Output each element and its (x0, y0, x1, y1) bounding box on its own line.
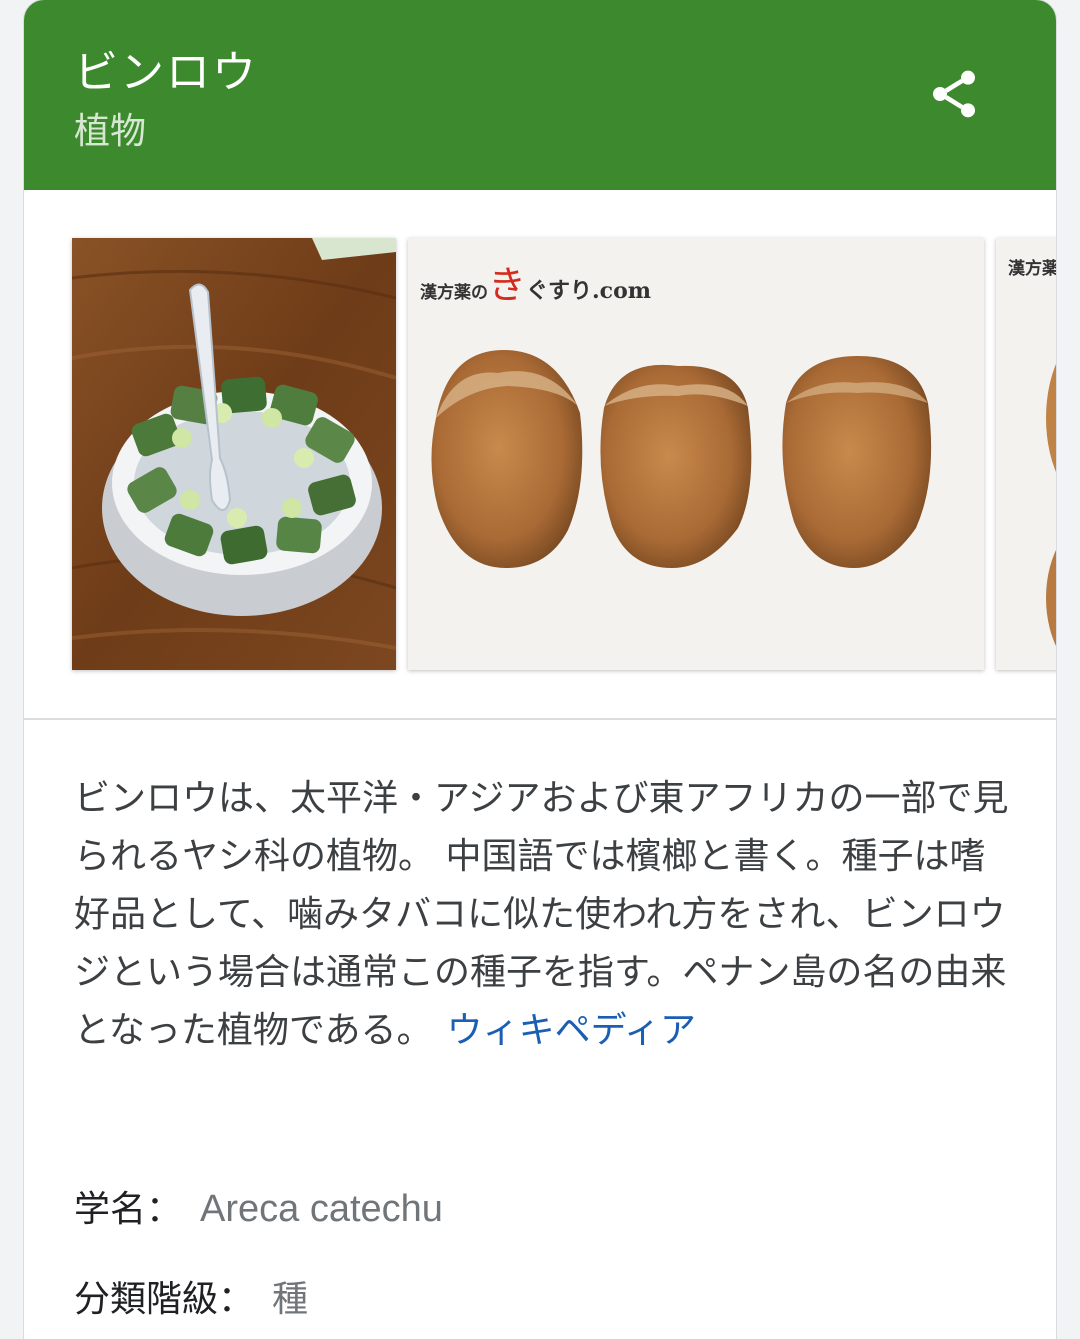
entity-description: ビンロウは、太平洋・アジアおよび東アフリカの一部で見られるヤシ科の植物。 中国語… (74, 770, 1014, 1060)
panel-title: ビンロウ (74, 47, 258, 98)
wikipedia-link[interactable]: ウィキペディア (447, 1010, 696, 1051)
fact-value[interactable]: Areca catechu (200, 1188, 443, 1230)
fact-value[interactable]: 種 (272, 1279, 308, 1320)
panel-subtitle: 植物 (74, 111, 147, 152)
share-button[interactable] (916, 56, 992, 132)
areca-seeds-image (431, 350, 932, 568)
share-icon (933, 70, 975, 118)
section-divider (24, 718, 1056, 720)
image-carousel: 漢方薬のきぐすり.com 漢方薬 (24, 190, 1056, 718)
image-thumbnail-2[interactable]: 漢方薬のきぐすり.com (408, 238, 984, 670)
panel-header: ビンロウ 植物 (24, 0, 1056, 190)
image-thumbnail-3[interactable]: 漢方薬の (996, 238, 1056, 670)
betel-nut-bowl-image (72, 238, 396, 670)
areca-seeds-image-partial (1046, 364, 1056, 646)
fact-label: 分類階級： (74, 1279, 255, 1320)
image-thumbnail-1[interactable] (72, 238, 396, 670)
knowledge-panel-card: ビンロウ 植物 漢方薬のきぐすり.com 漢方薬 ビンロウは、太平洋・アジアおよ… (24, 0, 1056, 1339)
fact-scientific-name: 学名： Areca catechu (74, 1180, 443, 1232)
fact-taxon-rank: 分類階級： 種 (74, 1270, 308, 1322)
fact-label: 学名： (74, 1189, 183, 1230)
